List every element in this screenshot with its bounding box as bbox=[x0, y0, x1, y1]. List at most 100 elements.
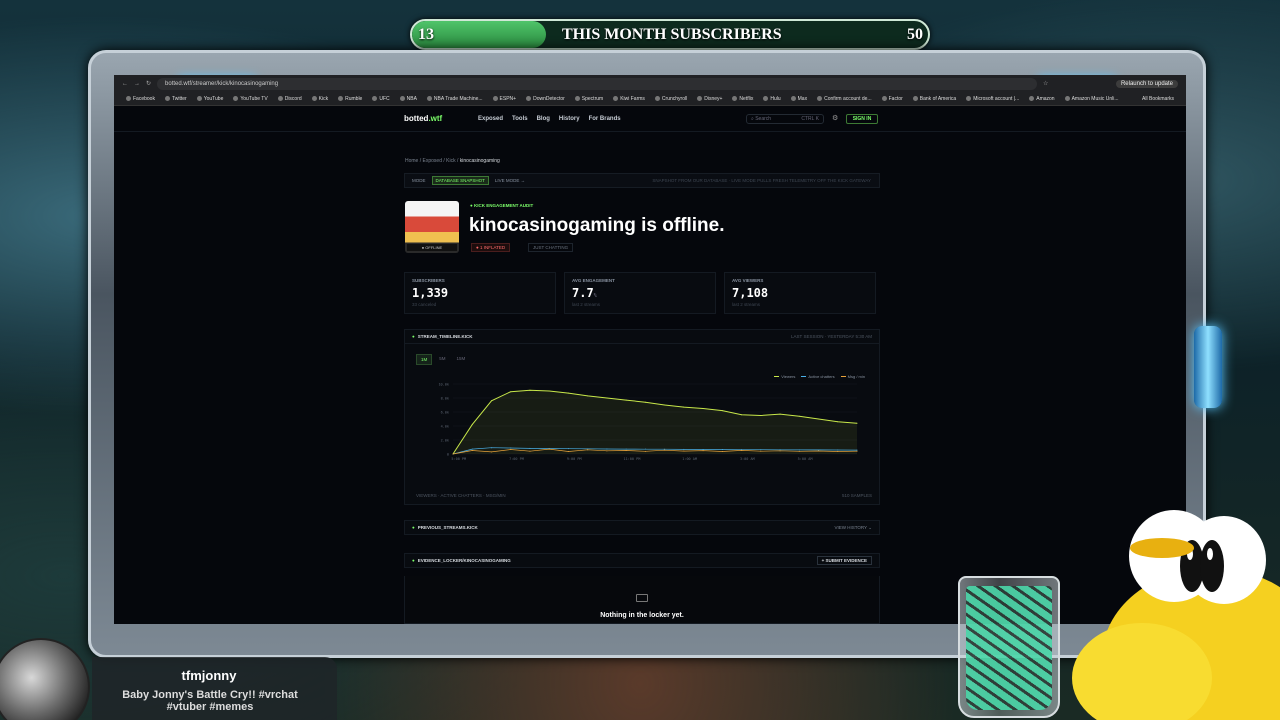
breadcrumb-kick[interactable]: Kick bbox=[446, 158, 455, 164]
nav-link-blog[interactable]: Blog bbox=[537, 116, 550, 122]
settings-icon[interactable]: ⚙ bbox=[832, 114, 838, 122]
panel-header: ● STREAM_TIMELINE.KICK LAST SESSION · YE… bbox=[405, 330, 879, 344]
x-tick-label: 5:00 AM bbox=[798, 457, 813, 461]
previous-streams-header[interactable]: ● PREVIOUS_STREAMS.KICK VIEW HISTORY ⌄ bbox=[404, 520, 880, 535]
nav-link-history[interactable]: History bbox=[559, 116, 580, 122]
bookmark-item[interactable]: Max bbox=[790, 95, 808, 102]
mode-live[interactable]: LIVE MODE → bbox=[495, 178, 525, 183]
relaunch-button[interactable]: Relaunch to update bbox=[1115, 79, 1178, 88]
bookmark-label: UFC bbox=[379, 95, 390, 102]
mode-note: SNAPSHOT FROM OUR DATABASE · LIVE MODE P… bbox=[652, 178, 871, 183]
subscriber-goal-bar: 13 THIS MONTH SUBSCRIBERS 50 bbox=[410, 19, 930, 50]
bookmark-item[interactable]: Kiwi Farms bbox=[613, 96, 645, 102]
bookmark-label: Netflix bbox=[739, 95, 754, 102]
bookmark-item[interactable]: UFC bbox=[372, 95, 390, 102]
back-icon[interactable]: ← bbox=[122, 81, 128, 87]
nav-link-exposed[interactable]: Exposed bbox=[478, 116, 503, 122]
breadcrumb-current: kinocasinogaming bbox=[459, 158, 500, 164]
data-point bbox=[606, 450, 608, 452]
series-area-viewers bbox=[453, 390, 857, 454]
bookmark-label: NBA Trade Machine... bbox=[433, 95, 483, 102]
bookmark-item[interactable]: Rumble bbox=[338, 96, 362, 102]
jar-contents bbox=[966, 586, 1052, 710]
search-input[interactable]: ⌕ Search CTRL K bbox=[746, 114, 824, 124]
stat-value: 7.7% bbox=[572, 286, 708, 300]
all-bookmarks-button[interactable]: All Bookmarks bbox=[1142, 96, 1174, 102]
bookmark-item[interactable]: Disney+ bbox=[697, 96, 722, 102]
data-point bbox=[702, 408, 704, 409]
bookmark-label: YouTube TV bbox=[240, 95, 268, 102]
data-point bbox=[529, 450, 531, 452]
bookmark-item[interactable]: YouTube bbox=[196, 95, 224, 102]
forward-icon[interactable]: → bbox=[134, 81, 140, 87]
bookmark-item[interactable]: Crunchyroll bbox=[654, 95, 687, 102]
data-point bbox=[644, 448, 646, 450]
channel-avatar: ● OFFLINE bbox=[405, 201, 459, 253]
reload-icon[interactable]: ↻ bbox=[146, 80, 151, 87]
mode-database-snapshot[interactable]: DATABASE SNAPSHOT bbox=[431, 176, 489, 185]
bookmark-item[interactable]: NBA Trade Machine... bbox=[426, 95, 483, 102]
stat-label: SUBSCRIBERS bbox=[412, 278, 445, 283]
bookmark-favicon-icon bbox=[966, 95, 972, 101]
tagline-line-2: #vtuber #memes bbox=[166, 701, 254, 713]
y-tick-label: 2.0k bbox=[441, 439, 450, 443]
bookmark-item[interactable]: NBA bbox=[399, 96, 417, 102]
bookmark-item[interactable]: Spectrum bbox=[574, 96, 603, 102]
data-point bbox=[818, 450, 820, 452]
category-badge: JUST CHATTING bbox=[528, 243, 574, 252]
stat-avg-engagement: AVG ENGAGEMENT 7.7% last 2 streams bbox=[564, 272, 716, 314]
data-point bbox=[837, 449, 839, 451]
bookmark-item[interactable]: Hulu bbox=[763, 95, 781, 102]
bookmark-item[interactable]: DownDetector bbox=[526, 96, 565, 102]
site-nav: Exposed Tools Blog History For Brands bbox=[478, 116, 621, 122]
site-logo[interactable]: botted.wtf bbox=[404, 114, 442, 123]
bookmark-label: YouTube bbox=[203, 95, 224, 102]
data-point bbox=[779, 450, 781, 452]
data-point bbox=[644, 450, 646, 452]
bookmark-item[interactable]: Facebook bbox=[126, 96, 155, 102]
bookmark-item[interactable]: Netflix bbox=[732, 96, 753, 102]
bookmark-label: Hulu bbox=[770, 95, 781, 102]
tab-15m[interactable]: 15M bbox=[453, 354, 470, 365]
data-point bbox=[741, 449, 743, 451]
breadcrumb-exposed[interactable]: Exposed bbox=[423, 158, 442, 164]
bookmark-favicon-icon bbox=[654, 95, 660, 101]
avatar bbox=[0, 638, 90, 720]
y-tick-label: 4.0k bbox=[441, 425, 450, 429]
evidence-title: EVIDENCE_LOCKER/KINOCASINOGAMING bbox=[417, 558, 511, 563]
submit-evidence-button[interactable]: + SUBMIT EVIDENCE bbox=[816, 556, 872, 565]
bookmark-item[interactable]: Amazon Music Unli... bbox=[1064, 96, 1119, 102]
view-history-button[interactable]: VIEW HISTORY ⌄ bbox=[834, 525, 872, 531]
bookmark-item[interactable]: Bank of America bbox=[912, 96, 956, 102]
data-point bbox=[625, 399, 627, 401]
bookmark-favicon-icon bbox=[126, 95, 131, 101]
tab-5m[interactable]: 5M bbox=[435, 354, 449, 365]
bookmark-item[interactable]: Kick bbox=[311, 96, 328, 102]
bookmark-item[interactable]: YouTube TV bbox=[233, 95, 268, 102]
stat-sub: last 2 streams bbox=[572, 302, 601, 307]
nav-link-for-brands[interactable]: For Brands bbox=[589, 116, 621, 122]
bookmark-label: Max bbox=[797, 95, 808, 102]
data-point bbox=[683, 448, 685, 450]
x-tick-label: 3:00 AM bbox=[740, 457, 755, 461]
star-icon[interactable]: ☆ bbox=[1043, 80, 1048, 87]
bookmark-label: Disney+ bbox=[704, 95, 723, 102]
breadcrumb-home[interactable]: Home bbox=[405, 158, 418, 164]
sign-in-button[interactable]: SIGN IN bbox=[846, 114, 878, 124]
bookmark-item[interactable]: Microsoft account |... bbox=[966, 96, 1019, 102]
data-point bbox=[644, 401, 646, 403]
bookmark-item[interactable]: Factor bbox=[881, 96, 903, 102]
stream-timeline-panel: ● STREAM_TIMELINE.KICK LAST SESSION · YE… bbox=[404, 329, 880, 505]
bookmark-label: Twitter bbox=[171, 95, 187, 102]
tab-1m[interactable]: 1M bbox=[416, 354, 433, 365]
bookmark-item[interactable]: Discord bbox=[277, 96, 302, 102]
bookmark-item[interactable]: ESPN+ bbox=[492, 96, 516, 102]
nav-link-tools[interactable]: Tools bbox=[512, 116, 528, 122]
address-bar[interactable]: botted.wtf/streamer/kick/kinocasinogamin… bbox=[157, 77, 1038, 90]
bookmark-item[interactable]: Twitter bbox=[164, 95, 187, 102]
data-point bbox=[625, 448, 627, 450]
bookmark-item[interactable]: Amazon bbox=[1029, 96, 1055, 102]
subscriber-jar bbox=[958, 576, 1060, 718]
data-point bbox=[798, 450, 800, 452]
bookmark-item[interactable]: Confirm account de... bbox=[817, 96, 872, 102]
